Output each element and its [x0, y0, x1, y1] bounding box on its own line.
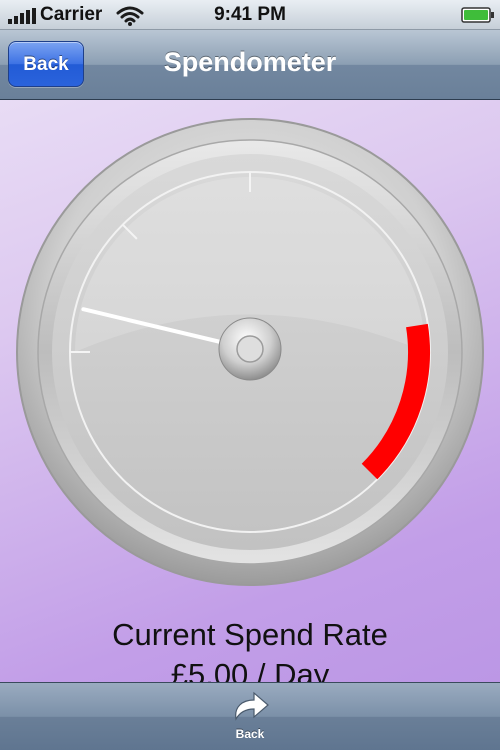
clock: 9:41 PM: [214, 4, 286, 25]
app-screen: Carrier 9:41 PM Back Spendometer Current…: [0, 0, 500, 750]
spend-gauge: [16, 118, 484, 586]
page-title: Spendometer: [163, 47, 337, 77]
battery-icon: [461, 7, 494, 23]
toolbar-back-button[interactable]: Back: [220, 687, 280, 745]
navigation-bar: Back Spendometer: [0, 30, 500, 100]
bottom-toolbar: Back: [0, 682, 500, 750]
toolbar-back-label: Back: [235, 727, 265, 741]
gauge-hub-center: [236, 335, 264, 363]
status-bar: Carrier 9:41 PM: [0, 0, 500, 30]
spend-rate-caption: Current Spend Rate: [112, 617, 388, 652]
back-arrow-icon: [235, 691, 269, 721]
